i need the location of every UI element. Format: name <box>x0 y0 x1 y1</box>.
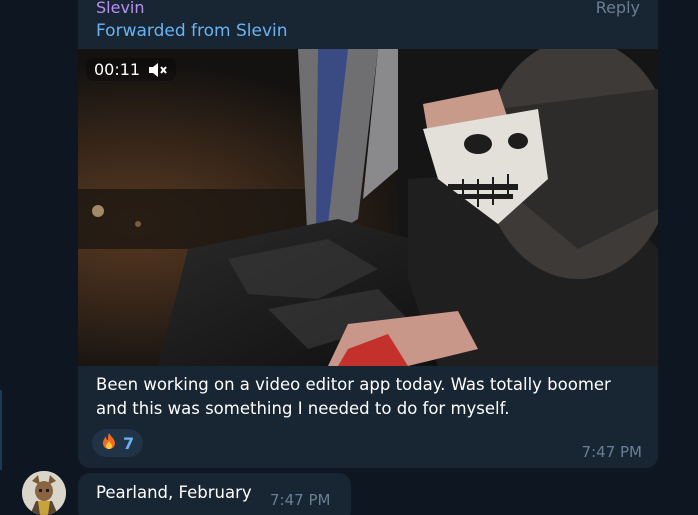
sender-name[interactable]: Slevin <box>96 0 145 17</box>
forwarded-from-link[interactable]: Forwarded from Slevin <box>96 21 288 41</box>
reaction-count: 7 <box>123 433 135 453</box>
video-duration: 00:11 <box>94 60 141 79</box>
fire-icon <box>101 432 117 454</box>
avatar[interactable] <box>22 471 66 515</box>
message-time-2: 7:47 PM <box>270 491 331 509</box>
video-frame <box>78 49 658 366</box>
video-player[interactable]: 00:11 <box>78 49 658 366</box>
message-text: Pearland, February <box>96 483 252 502</box>
chat-history[interactable]: Slevin Reply Forwarded from Slevin 00:11… <box>0 0 698 515</box>
message-caption: Been working on a video editor app today… <box>96 375 611 418</box>
reply-button[interactable]: Reply <box>596 0 640 17</box>
message-bubble[interactable]: Slevin Reply Forwarded from Slevin 00:11… <box>78 0 658 468</box>
speaker-muted-icon[interactable] <box>148 62 168 78</box>
reaction-chip[interactable]: 7 <box>92 429 144 457</box>
scroll-indicator <box>0 390 2 470</box>
video-duration-badge: 00:11 <box>86 58 177 81</box>
message-bubble-2[interactable]: Pearland, February 7:47 PM <box>78 473 351 515</box>
message-time: 7:47 PM <box>581 443 642 461</box>
